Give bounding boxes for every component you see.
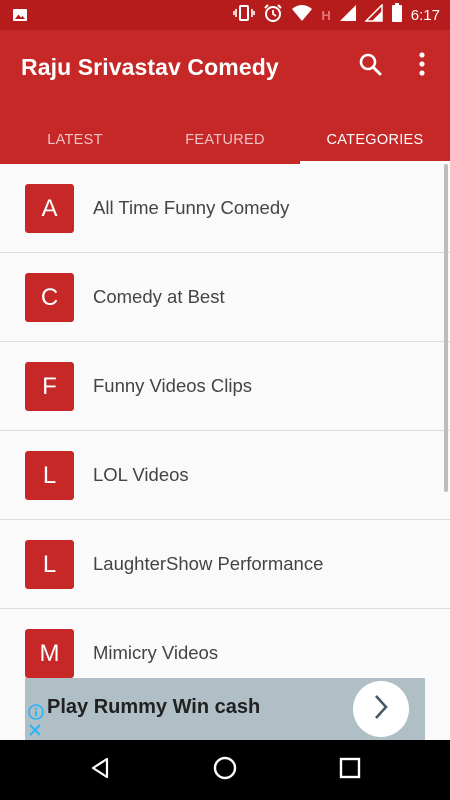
alarm-icon: [263, 3, 283, 28]
wifi-icon: [291, 4, 313, 27]
category-label: All Time Funny Comedy: [93, 197, 290, 218]
letter-badge: L: [25, 540, 74, 589]
home-button[interactable]: [210, 755, 240, 785]
tab-featured[interactable]: FEATURED: [150, 116, 300, 164]
home-icon: [212, 755, 238, 786]
battery-icon: [391, 2, 403, 28]
letter-badge: A: [25, 184, 74, 233]
tab-bar: LATEST FEATURED CATEGORIES: [0, 116, 450, 164]
letter-badge: L: [25, 451, 74, 500]
tab-categories[interactable]: CATEGORIES: [300, 116, 450, 164]
letter-badge: C: [25, 273, 74, 322]
search-button[interactable]: [352, 48, 388, 84]
status-bar: H 6:17: [0, 0, 450, 30]
ad-text[interactable]: Play Rummy Win cash: [47, 696, 260, 719]
back-button[interactable]: [85, 755, 115, 785]
image-icon: [12, 7, 28, 28]
recents-icon: [339, 757, 361, 784]
category-label: LOL Videos: [93, 464, 189, 485]
status-time: 6:17: [410, 6, 440, 24]
more-options-button[interactable]: [404, 48, 440, 84]
category-label: Comedy at Best: [93, 286, 225, 307]
app-bar: Raju Srivastav Comedy LATEST FEATURED CA…: [0, 30, 450, 164]
back-icon: [88, 756, 112, 785]
ad-open-button[interactable]: [353, 681, 409, 737]
network-type-indicator: H: [321, 7, 331, 23]
list-item[interactable]: M Mimicry Videos: [0, 609, 450, 680]
navigation-bar: [0, 740, 450, 800]
list-item[interactable]: C Comedy at Best: [0, 253, 450, 342]
vibrate-icon: [233, 4, 256, 27]
letter-badge: F: [25, 362, 74, 411]
list-item[interactable]: A All Time Funny Comedy: [0, 164, 450, 253]
more-vert-icon: [418, 51, 426, 81]
ad-banner[interactable]: Play Rummy Win cash: [25, 678, 425, 740]
category-list: A All Time Funny Comedy C Comedy at Best…: [0, 164, 450, 680]
chevron-right-icon: [371, 693, 391, 726]
list-item[interactable]: L LaughterShow Performance: [0, 520, 450, 609]
info-icon[interactable]: [28, 704, 44, 725]
recents-button[interactable]: [335, 755, 365, 785]
signal-icon: [339, 4, 357, 27]
scrollbar[interactable]: [444, 164, 448, 492]
letter-badge: M: [25, 629, 74, 678]
search-icon: [358, 52, 382, 81]
status-icons: H 6:17: [233, 0, 440, 30]
category-label: Mimicry Videos: [93, 642, 219, 663]
list-item[interactable]: L LOL Videos: [0, 431, 450, 520]
category-label: LaughterShow Performance: [93, 553, 324, 574]
tab-latest[interactable]: LATEST: [0, 116, 150, 164]
signal-icon: [363, 2, 383, 27]
list-item[interactable]: F Funny Videos Clips: [0, 342, 450, 431]
category-label: Funny Videos Clips: [93, 375, 253, 396]
app-title: Raju Srivastav Comedy: [21, 54, 279, 80]
